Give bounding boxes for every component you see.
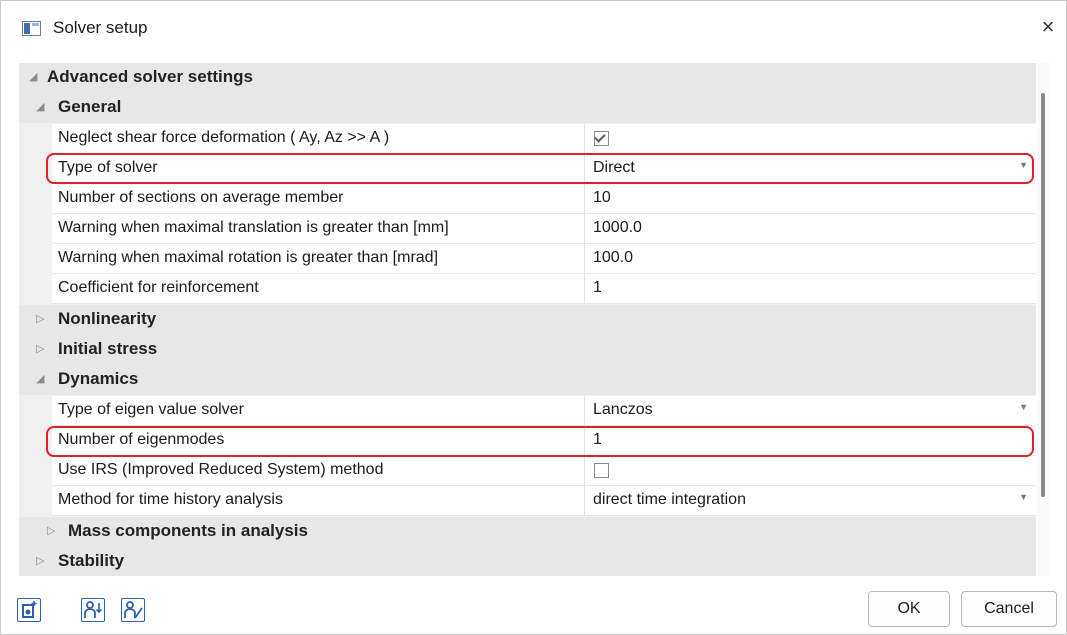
window-title: Solver setup	[53, 18, 148, 37]
property-row-time-history[interactable]: Method for time history analysis direct …	[19, 486, 1036, 516]
user-settings-icon[interactable]	[121, 598, 145, 622]
cancel-button[interactable]: Cancel	[961, 591, 1057, 627]
chevron-down-icon[interactable]: ▼	[1019, 492, 1028, 502]
property-label: Number of eigenmodes	[58, 431, 225, 448]
collapsed-triangle-icon[interactable]: ▷	[36, 312, 44, 325]
max-rotation-input[interactable]: 100.0	[593, 249, 633, 267]
reinforcement-coefficient-input[interactable]: 1	[593, 279, 602, 297]
property-row-eigenmodes[interactable]: Number of eigenmodes 1	[19, 426, 1036, 456]
property-label: Warning when maximal translation is grea…	[58, 219, 449, 236]
property-label: Method for time history analysis	[58, 491, 283, 508]
property-grid: ◢ Advanced solver settings ◢ General Neg…	[19, 63, 1036, 576]
property-row-max-translation[interactable]: Warning when maximal translation is grea…	[19, 214, 1036, 244]
time-history-select[interactable]: direct time integration	[593, 491, 746, 509]
collapsed-triangle-icon[interactable]: ▷	[36, 342, 44, 355]
property-row-number-of-sections[interactable]: Number of sections on average member 10	[19, 184, 1036, 214]
property-label: Number of sections on average member	[58, 189, 344, 206]
scrollbar-thumb[interactable]	[1041, 93, 1045, 497]
group-label: Mass components in analysis	[68, 521, 308, 540]
ok-button[interactable]: OK	[868, 591, 950, 627]
property-label: Warning when maximal rotation is greater…	[58, 249, 439, 266]
checkmark-icon	[594, 131, 606, 143]
property-row-max-rotation[interactable]: Warning when maximal rotation is greater…	[19, 244, 1036, 274]
irs-method-checkbox[interactable]	[594, 463, 609, 478]
group-label: Nonlinearity	[58, 309, 157, 328]
title-bar: Solver setup ×	[1, 1, 1066, 57]
property-row-reinforcement-coefficient[interactable]: Coefficient for reinforcement 1	[19, 274, 1036, 304]
eigen-solver-select[interactable]: Lanczos	[593, 401, 653, 419]
group-nonlinearity[interactable]: ▷ Nonlinearity	[19, 305, 1036, 335]
property-row-type-of-solver[interactable]: Type of solver Direct ▼	[19, 154, 1036, 184]
group-label: Dynamics	[58, 369, 139, 388]
expanded-triangle-icon[interactable]: ◢	[36, 100, 44, 113]
group-label: General	[58, 97, 122, 116]
collapsed-triangle-icon[interactable]: ▷	[36, 554, 44, 567]
property-label: Neglect shear force deformation ( Ay, Az…	[58, 129, 390, 146]
group-dynamics[interactable]: ◢ Dynamics	[19, 365, 1036, 395]
chevron-down-icon[interactable]: ▼	[1019, 402, 1028, 412]
chevron-down-icon[interactable]: ▼	[1019, 160, 1028, 170]
property-label: Type of eigen value solver	[58, 401, 244, 418]
close-button[interactable]: ×	[1036, 13, 1060, 41]
group-label: Advanced solver settings	[47, 67, 253, 86]
property-label: Coefficient for reinforcement	[58, 279, 259, 296]
property-label: Type of solver	[58, 159, 158, 176]
neglect-shear-checkbox[interactable]	[594, 131, 609, 146]
group-stability[interactable]: ▷ Stability	[19, 547, 1036, 576]
solver-type-select[interactable]: Direct	[593, 159, 635, 177]
expanded-triangle-icon[interactable]: ◢	[36, 372, 44, 385]
expanded-triangle-icon[interactable]: ◢	[29, 70, 37, 83]
property-label: Use IRS (Improved Reduced System) method	[58, 461, 384, 478]
group-general[interactable]: ◢ General	[19, 93, 1036, 123]
group-advanced-solver-settings[interactable]: ◢ Advanced solver settings	[19, 63, 1036, 93]
property-row-irs-method[interactable]: Use IRS (Improved Reduced System) method	[19, 456, 1036, 486]
sections-input[interactable]: 10	[593, 189, 611, 207]
max-translation-input[interactable]: 1000.0	[593, 219, 642, 237]
application-icon	[22, 21, 41, 36]
property-row-eigen-solver[interactable]: Type of eigen value solver Lanczos ▼	[19, 396, 1036, 426]
solver-setup-dialog: Solver setup × ◢ Advanced solver setting…	[0, 0, 1067, 635]
group-initial-stress[interactable]: ▷ Initial stress	[19, 335, 1036, 365]
sort-users-icon[interactable]	[81, 598, 105, 622]
add-document-icon[interactable]	[17, 598, 41, 622]
collapsed-triangle-icon[interactable]: ▷	[47, 524, 55, 537]
group-mass-components[interactable]: ▷ Mass components in analysis	[19, 517, 1036, 547]
property-row-neglect-shear[interactable]: Neglect shear force deformation ( Ay, Az…	[19, 124, 1036, 154]
group-label: Initial stress	[58, 339, 158, 358]
eigenmodes-input[interactable]: 1	[593, 431, 602, 449]
group-label: Stability	[58, 551, 125, 570]
